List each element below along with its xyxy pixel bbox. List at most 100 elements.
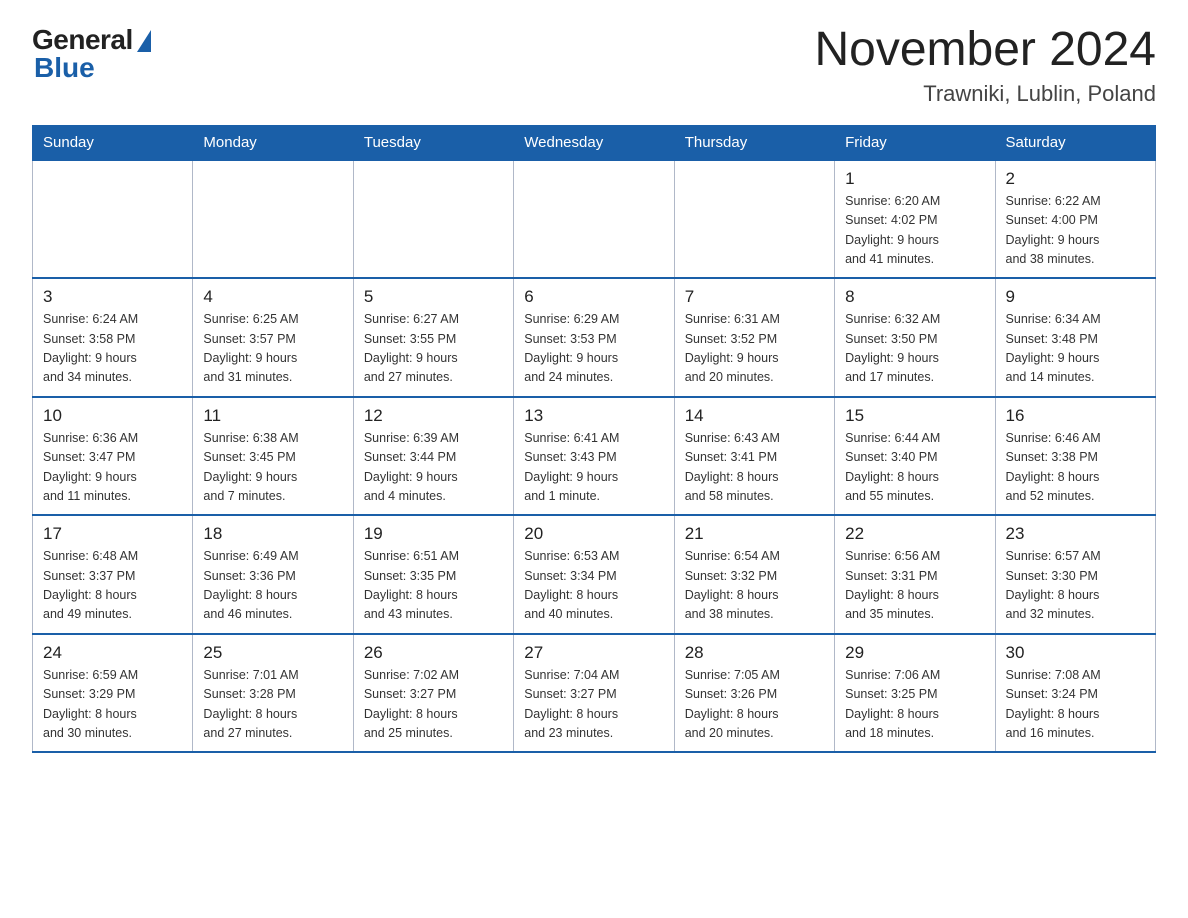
day-header-friday: Friday [835, 125, 995, 160]
cell-daylight-info: Sunrise: 6:38 AM Sunset: 3:45 PM Dayligh… [203, 429, 342, 507]
cell-day-number: 16 [1006, 406, 1145, 426]
cell-day-number: 15 [845, 406, 984, 426]
day-header-saturday: Saturday [995, 125, 1155, 160]
month-title: November 2024 [814, 24, 1156, 77]
calendar-cell: 1Sunrise: 6:20 AM Sunset: 4:02 PM Daylig… [835, 160, 995, 279]
cell-daylight-info: Sunrise: 6:34 AM Sunset: 3:48 PM Dayligh… [1006, 310, 1145, 388]
cell-daylight-info: Sunrise: 6:27 AM Sunset: 3:55 PM Dayligh… [364, 310, 503, 388]
calendar-cell: 22 Sunrise: 6:56 AM Sunset: 3:31 PM Dayli… [835, 515, 995, 634]
cell-day-number: 10 [43, 406, 182, 426]
calendar-cell: 5 Sunrise: 6:27 AM Sunset: 3:55 PM Daylig… [353, 278, 513, 397]
calendar-cell: 15 Sunrise: 6:44 AM Sunset: 3:40 PM Dayli… [835, 397, 995, 516]
calendar-cell: 17Sunrise: 6:48 AM Sunset: 3:37 PM Dayli… [33, 515, 193, 634]
cell-day-number: 24 [43, 643, 182, 663]
cell-daylight-info: Sunrise: 6:41 AM Sunset: 3:43 PM Dayligh… [524, 429, 663, 507]
cell-daylight-info: Sunrise: 7:06 AM Sunset: 3:25 PM Dayligh… [845, 666, 984, 744]
cell-daylight-info: Sunrise: 6:57 AM Sunset: 3:30 PM Dayligh… [1006, 547, 1145, 625]
day-header-monday: Monday [193, 125, 353, 160]
cell-daylight-info: Sunrise: 7:05 AM Sunset: 3:26 PM Dayligh… [685, 666, 824, 744]
logo-triangle-icon [137, 30, 151, 52]
cell-day-number: 9 [1006, 287, 1145, 307]
cell-day-number: 14 [685, 406, 824, 426]
cell-daylight-info: Sunrise: 6:46 AM Sunset: 3:38 PM Dayligh… [1006, 429, 1145, 507]
calendar-cell [674, 160, 834, 279]
calendar-cell: 10 Sunrise: 6:36 AM Sunset: 3:47 PM Dayli… [33, 397, 193, 516]
cell-day-number: 2 [1006, 169, 1145, 189]
calendar-cell: 29Sunrise: 7:06 AM Sunset: 3:25 PM Dayli… [835, 634, 995, 753]
cell-day-number: 20 [524, 524, 663, 544]
day-header-wednesday: Wednesday [514, 125, 674, 160]
calendar-cell: 9 Sunrise: 6:34 AM Sunset: 3:48 PM Daylig… [995, 278, 1155, 397]
cell-daylight-info: Sunrise: 6:31 AM Sunset: 3:52 PM Dayligh… [685, 310, 824, 388]
cell-day-number: 6 [524, 287, 663, 307]
calendar-cell: 3 Sunrise: 6:24 AM Sunset: 3:58 PM Daylig… [33, 278, 193, 397]
cell-daylight-info: Sunrise: 6:48 AM Sunset: 3:37 PM Dayligh… [43, 547, 182, 625]
page-header: General Blue November 2024 Trawniki, Lub… [32, 24, 1156, 107]
calendar-cell: 20 Sunrise: 6:53 AM Sunset: 3:34 PM Dayli… [514, 515, 674, 634]
calendar-cell: 28 Sunrise: 7:05 AM Sunset: 3:26 PM Dayli… [674, 634, 834, 753]
cell-day-number: 3 [43, 287, 182, 307]
calendar-cell: 11 Sunrise: 6:38 AM Sunset: 3:45 PM Dayli… [193, 397, 353, 516]
cell-day-number: 28 [685, 643, 824, 663]
calendar-cell: 2 Sunrise: 6:22 AM Sunset: 4:00 PM Daylig… [995, 160, 1155, 279]
cell-daylight-info: Sunrise: 6:24 AM Sunset: 3:58 PM Dayligh… [43, 310, 182, 388]
calendar-cell: 7 Sunrise: 6:31 AM Sunset: 3:52 PM Daylig… [674, 278, 834, 397]
calendar-cell: 30 Sunrise: 7:08 AM Sunset: 3:24 PM Dayli… [995, 634, 1155, 753]
cell-day-number: 12 [364, 406, 503, 426]
cell-day-number: 13 [524, 406, 663, 426]
cell-daylight-info: Sunrise: 7:04 AM Sunset: 3:27 PM Dayligh… [524, 666, 663, 744]
calendar-table: SundayMondayTuesdayWednesdayThursdayFrid… [32, 125, 1156, 754]
cell-day-number: 30 [1006, 643, 1145, 663]
cell-daylight-info: Sunrise: 6:53 AM Sunset: 3:34 PM Dayligh… [524, 547, 663, 625]
calendar-cell [514, 160, 674, 279]
cell-day-number: 4 [203, 287, 342, 307]
calendar-cell [33, 160, 193, 279]
cell-day-number: 23 [1006, 524, 1145, 544]
calendar-week-row: 3 Sunrise: 6:24 AM Sunset: 3:58 PM Daylig… [33, 278, 1156, 397]
cell-daylight-info: Sunrise: 7:08 AM Sunset: 3:24 PM Dayligh… [1006, 666, 1145, 744]
calendar-week-row: 10 Sunrise: 6:36 AM Sunset: 3:47 PM Dayli… [33, 397, 1156, 516]
cell-day-number: 22 [845, 524, 984, 544]
cell-day-number: 27 [524, 643, 663, 663]
cell-daylight-info: Sunrise: 6:22 AM Sunset: 4:00 PM Dayligh… [1006, 192, 1145, 270]
calendar-cell: 21 Sunrise: 6:54 AM Sunset: 3:32 PM Dayli… [674, 515, 834, 634]
calendar-cell: 23 Sunrise: 6:57 AM Sunset: 3:30 PM Dayli… [995, 515, 1155, 634]
calendar-cell [353, 160, 513, 279]
calendar-week-row: 17Sunrise: 6:48 AM Sunset: 3:37 PM Dayli… [33, 515, 1156, 634]
cell-day-number: 5 [364, 287, 503, 307]
cell-daylight-info: Sunrise: 6:56 AM Sunset: 3:31 PM Dayligh… [845, 547, 984, 625]
cell-day-number: 25 [203, 643, 342, 663]
title-block: November 2024 Trawniki, Lublin, Poland [814, 24, 1156, 107]
cell-daylight-info: Sunrise: 6:25 AM Sunset: 3:57 PM Dayligh… [203, 310, 342, 388]
cell-day-number: 19 [364, 524, 503, 544]
calendar-cell: 27 Sunrise: 7:04 AM Sunset: 3:27 PM Dayli… [514, 634, 674, 753]
cell-daylight-info: Sunrise: 6:49 AM Sunset: 3:36 PM Dayligh… [203, 547, 342, 625]
cell-daylight-info: Sunrise: 6:59 AM Sunset: 3:29 PM Dayligh… [43, 666, 182, 744]
cell-daylight-info: Sunrise: 6:36 AM Sunset: 3:47 PM Dayligh… [43, 429, 182, 507]
cell-day-number: 18 [203, 524, 342, 544]
cell-daylight-info: Sunrise: 6:39 AM Sunset: 3:44 PM Dayligh… [364, 429, 503, 507]
cell-day-number: 26 [364, 643, 503, 663]
cell-daylight-info: Sunrise: 6:29 AM Sunset: 3:53 PM Dayligh… [524, 310, 663, 388]
calendar-week-row: 1Sunrise: 6:20 AM Sunset: 4:02 PM Daylig… [33, 160, 1156, 279]
logo-blue-text: Blue [34, 52, 95, 84]
cell-daylight-info: Sunrise: 6:44 AM Sunset: 3:40 PM Dayligh… [845, 429, 984, 507]
cell-daylight-info: Sunrise: 6:54 AM Sunset: 3:32 PM Dayligh… [685, 547, 824, 625]
logo: General Blue [32, 24, 151, 84]
calendar-cell: 6 Sunrise: 6:29 AM Sunset: 3:53 PM Daylig… [514, 278, 674, 397]
calendar-cell: 13 Sunrise: 6:41 AM Sunset: 3:43 PM Dayli… [514, 397, 674, 516]
cell-day-number: 11 [203, 406, 342, 426]
calendar-cell: 18 Sunrise: 6:49 AM Sunset: 3:36 PM Dayli… [193, 515, 353, 634]
calendar-week-row: 24 Sunrise: 6:59 AM Sunset: 3:29 PM Dayli… [33, 634, 1156, 753]
cell-daylight-info: Sunrise: 6:32 AM Sunset: 3:50 PM Dayligh… [845, 310, 984, 388]
calendar-cell: 25 Sunrise: 7:01 AM Sunset: 3:28 PM Dayli… [193, 634, 353, 753]
cell-daylight-info: Sunrise: 7:02 AM Sunset: 3:27 PM Dayligh… [364, 666, 503, 744]
day-header-thursday: Thursday [674, 125, 834, 160]
calendar-cell: 12 Sunrise: 6:39 AM Sunset: 3:44 PM Dayli… [353, 397, 513, 516]
cell-daylight-info: Sunrise: 6:43 AM Sunset: 3:41 PM Dayligh… [685, 429, 824, 507]
cell-daylight-info: Sunrise: 7:01 AM Sunset: 3:28 PM Dayligh… [203, 666, 342, 744]
cell-day-number: 7 [685, 287, 824, 307]
cell-day-number: 21 [685, 524, 824, 544]
day-header-tuesday: Tuesday [353, 125, 513, 160]
cell-day-number: 1 [845, 169, 984, 189]
